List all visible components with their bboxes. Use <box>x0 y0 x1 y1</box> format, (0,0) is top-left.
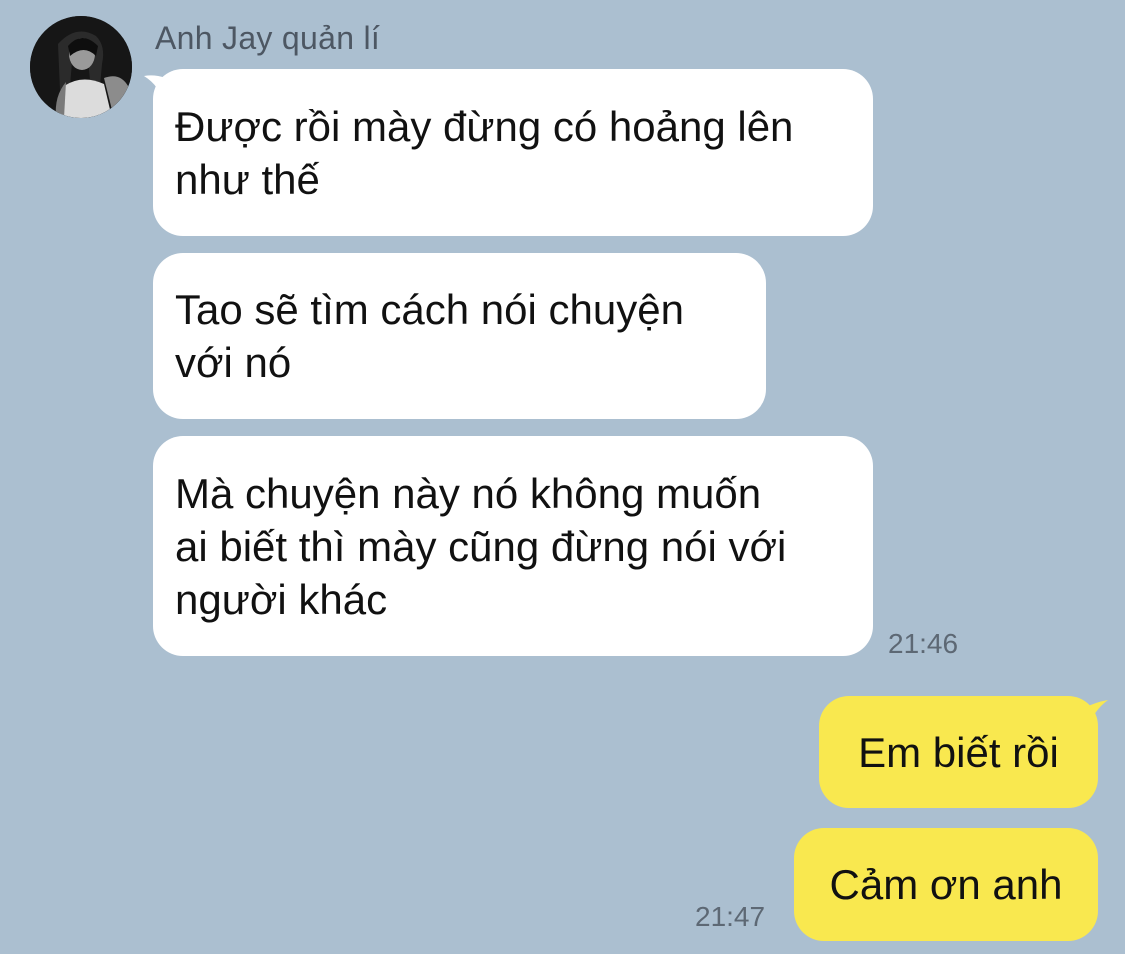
message-bubble-outgoing[interactable]: Cảm ơn anh <box>794 828 1098 941</box>
timestamp-incoming: 21:46 <box>888 628 959 659</box>
timestamp-outgoing: 21:47 <box>695 901 766 932</box>
message-bubble-incoming[interactable]: Tao sẽ tìm cách nói chuyện với nó <box>153 253 766 419</box>
avatar[interactable] <box>30 16 132 118</box>
message-bubble-incoming[interactable]: Mà chuyện này nó không muốn ai biết thì … <box>153 436 873 656</box>
sender-name: Anh Jay quản lí <box>155 20 381 56</box>
user-avatar-photo-icon <box>30 16 132 118</box>
message-bubble-outgoing[interactable]: Em biết rồi <box>819 696 1098 808</box>
message-bubble-incoming[interactable]: Được rồi mày đừng có hoảng lên như thế <box>153 69 873 236</box>
